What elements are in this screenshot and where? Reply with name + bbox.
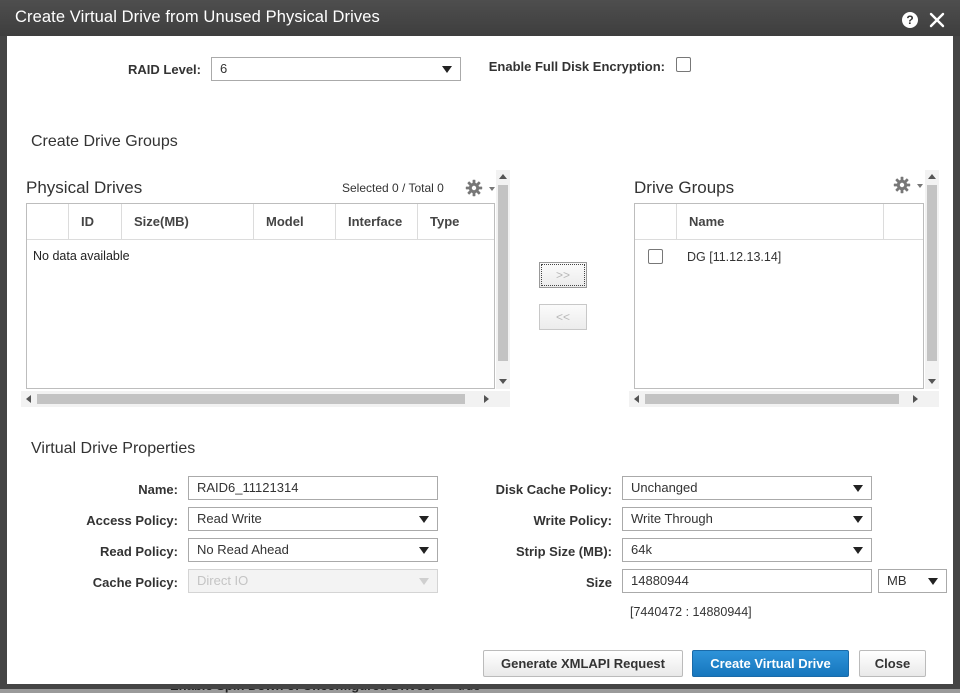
physical-drives-vscrollbar[interactable] [496, 170, 510, 389]
name-input[interactable]: RAID6_11121314 [188, 476, 438, 500]
gear-icon[interactable] [465, 179, 483, 197]
chevron-down-icon [419, 516, 429, 523]
size-input-value: 14880944 [631, 573, 689, 588]
drive-groups-hscrollbar[interactable] [629, 391, 939, 407]
chevron-down-icon [853, 516, 863, 523]
drive-groups-table: Name DG [11.12.13.14] [634, 203, 924, 389]
read-policy-label: Read Policy: [99, 544, 178, 559]
gear-menu-chevron-icon[interactable] [917, 184, 923, 188]
size-unit-value: MB [887, 573, 907, 588]
cache-policy-label: Cache Policy: [92, 575, 178, 590]
scroll-thumb[interactable] [927, 185, 937, 361]
scroll-left-icon[interactable] [634, 395, 639, 403]
column-header-id[interactable]: ID [69, 204, 122, 240]
scroll-right-icon[interactable] [484, 395, 489, 403]
column-header-type[interactable]: Type [418, 204, 496, 240]
physical-drives-hscrollbar[interactable] [21, 391, 510, 407]
scroll-up-icon[interactable] [499, 174, 507, 179]
column-header-interface[interactable]: Interface [336, 204, 418, 240]
column-header-size[interactable]: Size(MB) [122, 204, 254, 240]
scroll-thumb[interactable] [645, 394, 899, 404]
drive-groups-title: Drive Groups [634, 178, 735, 197]
scroll-thumb[interactable] [498, 185, 508, 361]
select-column-header[interactable] [27, 204, 69, 240]
chevron-down-icon [853, 485, 863, 492]
disk-cache-policy-select[interactable]: Unchanged [622, 476, 872, 500]
write-policy-select[interactable]: Write Through [622, 507, 872, 531]
row-checkbox[interactable] [648, 249, 663, 264]
scroll-down-icon[interactable] [499, 379, 507, 384]
access-policy-select[interactable]: Read Write [188, 507, 438, 531]
remove-from-group-button[interactable]: << [539, 304, 587, 330]
chevron-down-icon [928, 578, 938, 585]
write-policy-value: Write Through [631, 511, 713, 526]
chevron-down-icon [853, 547, 863, 554]
raid-level-value: 6 [220, 61, 228, 76]
encryption-label: Enable Full Disk Encryption: [488, 59, 665, 74]
close-button[interactable]: Close [859, 650, 926, 677]
scroll-down-icon[interactable] [928, 379, 936, 384]
dialog-body: RAID Level: 6 Enable Full Disk Encryptio… [7, 36, 953, 684]
disk-cache-policy-value: Unchanged [631, 480, 698, 495]
table-row[interactable]: DG [11.12.13.14] [635, 241, 923, 273]
help-icon[interactable]: ? [902, 12, 918, 28]
physical-drives-header: ID Size(MB) Model Interface Type [27, 204, 494, 240]
raid-level-label: RAID Level: [128, 62, 201, 77]
name-input-value: RAID6_11121314 [197, 480, 299, 495]
physical-drives-title: Physical Drives [26, 178, 143, 197]
empty-table-message: No data available [33, 249, 130, 263]
selection-count: Selected 0 / Total 0 [342, 181, 444, 195]
create-drive-groups-title: Create Drive Groups [31, 133, 178, 150]
strip-size-label: Strip Size (MB): [515, 544, 612, 559]
dialog-titlebar: Create Virtual Drive from Unused Physica… [0, 0, 960, 36]
name-label: Name: [138, 482, 178, 497]
raid-level-select[interactable]: 6 [211, 57, 461, 81]
select-column-header[interactable] [635, 204, 677, 240]
scroll-right-icon[interactable] [913, 395, 918, 403]
cache-policy-value: Direct IO [197, 573, 249, 588]
encryption-checkbox[interactable] [676, 57, 691, 72]
write-policy-label: Write Policy: [533, 513, 612, 528]
physical-drives-table: ID Size(MB) Model Interface Type No data… [26, 203, 495, 389]
drive-groups-vscrollbar[interactable] [925, 170, 939, 389]
gear-icon[interactable] [893, 176, 911, 194]
read-policy-select[interactable]: No Read Ahead [188, 538, 438, 562]
add-to-group-button[interactable]: >> [539, 262, 587, 288]
read-policy-value: No Read Ahead [197, 542, 289, 557]
close-icon[interactable] [928, 11, 946, 29]
chevron-down-icon [419, 547, 429, 554]
cache-policy-select: Direct IO [188, 569, 438, 593]
create-virtual-drive-dialog: Create Virtual Drive from Unused Physica… [0, 0, 960, 689]
scroll-up-icon[interactable] [928, 174, 936, 179]
size-unit-select[interactable]: MB [878, 569, 947, 593]
size-input[interactable]: 14880944 [622, 569, 872, 593]
strip-size-select[interactable]: 64k [622, 538, 872, 562]
chevron-down-icon [442, 66, 452, 73]
drive-group-name: DG [11.12.13.14] [687, 250, 782, 264]
access-policy-value: Read Write [197, 511, 262, 526]
size-range-hint: [7440472 : 14880944] [630, 605, 752, 619]
dialog-title: Create Virtual Drive from Unused Physica… [15, 8, 380, 26]
size-label: Size [585, 575, 612, 590]
column-header-model[interactable]: Model [254, 204, 336, 240]
gear-menu-chevron-icon[interactable] [489, 187, 495, 191]
disk-cache-policy-label: Disk Cache Policy: [495, 482, 612, 497]
create-virtual-drive-button[interactable]: Create Virtual Drive [692, 650, 849, 677]
scroll-thumb[interactable] [37, 394, 465, 404]
scroll-left-icon[interactable] [26, 395, 31, 403]
column-header-name[interactable]: Name [677, 204, 884, 240]
chevron-down-icon [419, 578, 429, 585]
strip-size-value: 64k [631, 542, 652, 557]
virtual-drive-properties-title: Virtual Drive Properties [31, 440, 196, 457]
access-policy-label: Access Policy: [86, 513, 178, 528]
generate-xmlapi-button[interactable]: Generate XMLAPI Request [483, 650, 683, 677]
drive-groups-header: Name [635, 204, 923, 240]
